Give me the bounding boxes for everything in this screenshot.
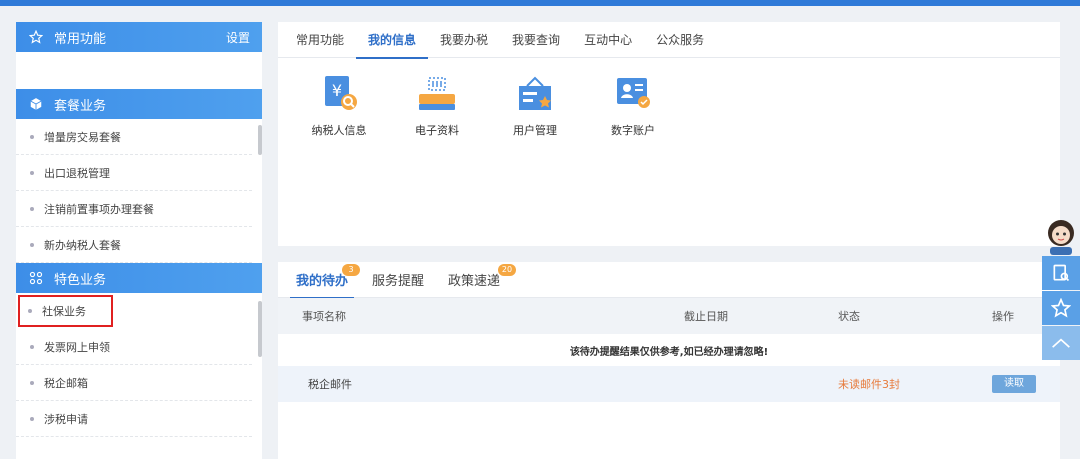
todo-panel: 我的待办 3 服务提醒 政策速递 20 事项名称 截止日期 状态 操作 该待办提… (278, 262, 1060, 459)
col-item-name: 事项名称 (302, 310, 346, 323)
favorites-setting-link[interactable]: 设置 (226, 29, 250, 46)
tile-e-documents[interactable]: 电子资料 (388, 74, 486, 138)
tab-my-todo[interactable]: 我的待办 3 (284, 262, 361, 299)
assistant-avatar-icon[interactable] (1042, 216, 1080, 256)
tile-taxpayer-info[interactable]: ¥ 纳税人信息 (290, 74, 388, 138)
left-sidebar: 常用功能 设置 套餐业务 增量房交易套餐 出口退税管理 注销前置事项办理套餐 新… (16, 22, 262, 459)
read-button[interactable]: 读取 (992, 375, 1036, 393)
col-action: 操作 (992, 310, 1014, 323)
col-status: 状态 (838, 310, 860, 323)
table-header: 事项名称 截止日期 状态 操作 (278, 298, 1060, 334)
info-tiles: ¥ 纳税人信息 电子资料 用户管理 数字账户 (278, 58, 1060, 138)
taxpayer-info-icon: ¥ (325, 76, 357, 110)
grid-icon (28, 270, 44, 286)
todo-tabs: 我的待办 3 服务提醒 政策速递 20 (278, 262, 1060, 299)
float-widgets (1042, 216, 1080, 361)
favorites-title: 常用功能 (54, 31, 107, 47)
bullet-icon (30, 242, 34, 247)
tab-policy-express[interactable]: 政策速递 20 (436, 262, 517, 298)
tab-my-info[interactable]: 我的信息 (356, 22, 429, 59)
bullet-icon (30, 380, 34, 385)
col-deadline: 截止日期 (684, 310, 728, 323)
tab-common-functions[interactable]: 常用功能 (284, 22, 356, 58)
policy-count-badge: 20 (497, 263, 517, 276)
star-icon (28, 29, 44, 45)
row-item-name: 税企邮件 (308, 378, 352, 391)
cube-icon (28, 96, 44, 112)
document-search-icon (1053, 264, 1070, 282)
table-row: 税企邮件 未读邮件3封 读取 (278, 366, 1060, 402)
list-item[interactable]: 出口退税管理 (16, 155, 252, 191)
tile-user-management[interactable]: 用户管理 (486, 74, 584, 138)
chevron-up-icon (1052, 338, 1070, 348)
tab-tax-handling[interactable]: 我要办税 (428, 22, 500, 58)
bullet-icon (30, 170, 34, 175)
favorite-button[interactable] (1042, 291, 1080, 325)
bullet-icon (28, 309, 32, 313)
star-icon (1051, 298, 1071, 318)
list-item[interactable]: 新办纳税人套餐 (16, 227, 252, 263)
favorites-body (16, 52, 262, 89)
list-item-social-security[interactable]: 社保业务 (18, 295, 113, 327)
row-status: 未读邮件3封 (838, 378, 900, 391)
svg-text:¥: ¥ (332, 81, 342, 100)
list-item[interactable]: 涉税申请 (16, 401, 252, 437)
top-tabs: 常用功能 我的信息 我要办税 我要查询 互动中心 公众服务 (278, 22, 1060, 59)
packages-list: 增量房交易套餐 出口退税管理 注销前置事项办理套餐 新办纳税人套餐 (16, 119, 262, 263)
tab-query[interactable]: 我要查询 (500, 22, 572, 58)
special-title: 特色业务 (54, 272, 107, 288)
tab-public-service[interactable]: 公众服务 (644, 22, 716, 58)
digital-account-icon (617, 78, 650, 108)
list-item[interactable]: 增量房交易套餐 (16, 119, 252, 155)
favorites-header: 常用功能 设置 (16, 22, 262, 52)
packages-title: 套餐业务 (54, 98, 107, 114)
survey-button[interactable] (1042, 256, 1080, 290)
bullet-icon (30, 416, 34, 421)
tile-digital-account[interactable]: 数字账户 (584, 74, 682, 138)
bullet-icon (30, 134, 34, 139)
bullet-icon (30, 206, 34, 211)
user-management-icon (519, 76, 551, 110)
tab-service-reminder[interactable]: 服务提醒 (360, 262, 436, 298)
special-list: 社保业务 发票网上申领 税企邮箱 涉税申请 (16, 295, 262, 437)
tab-interaction-center[interactable]: 互动中心 (572, 22, 644, 58)
e-documents-icon (419, 77, 455, 110)
back-to-top-button[interactable] (1042, 326, 1080, 360)
todo-notice: 该待办提醒结果仅供参考,如已经办理请忽略! (569, 346, 769, 358)
my-info-panel: 常用功能 我的信息 我要办税 我要查询 互动中心 公众服务 ¥ 纳税人信息 电子… (278, 22, 1060, 246)
special-header[interactable]: 特色业务 (16, 263, 262, 293)
packages-header[interactable]: 套餐业务 (16, 89, 262, 119)
list-item[interactable]: 注销前置事项办理套餐 (16, 191, 252, 227)
special-scrollbar[interactable] (258, 301, 262, 357)
packages-scrollbar[interactable] (258, 125, 262, 155)
list-item[interactable]: 税企邮箱 (16, 365, 252, 401)
list-item[interactable]: 发票网上申领 (16, 329, 252, 365)
todo-count-badge: 3 (342, 263, 361, 276)
top-bar (0, 0, 1080, 6)
bullet-icon (30, 344, 34, 349)
